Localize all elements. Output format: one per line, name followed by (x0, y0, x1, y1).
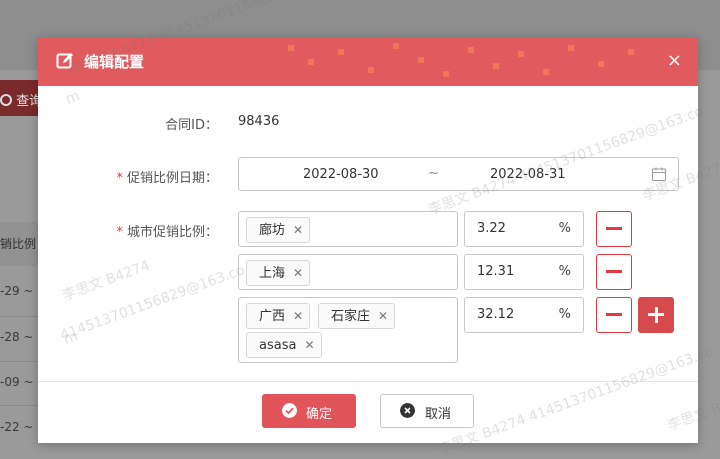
remove-tag-icon[interactable]: ✕ (304, 338, 314, 352)
edit-icon (56, 53, 73, 69)
check-circle-icon (282, 403, 297, 418)
remove-tag-icon[interactable]: ✕ (293, 266, 303, 280)
city-ratio-label-text: 城市促销比例： (126, 225, 218, 240)
background-divider (0, 316, 40, 317)
edit-config-dialog: 编辑配置 × 合同ID： 98436 * 促销比例日期： 2022-08-30 ~… (38, 37, 698, 443)
confirm-button[interactable]: 确定 (262, 394, 356, 428)
percent-input-1[interactable]: % (464, 211, 584, 247)
background-query-label: 查询 (0, 90, 42, 109)
close-button[interactable]: × (667, 50, 682, 71)
promo-date-label: * 促销比例日期： (78, 167, 218, 186)
confirm-label: 确定 (306, 407, 333, 422)
city-tag: 石家庄 ✕ (318, 303, 396, 329)
city-tag: 廊坊 ✕ (246, 217, 311, 243)
required-asterisk: * (116, 171, 123, 186)
percent-unit: % (558, 307, 571, 322)
cancel-label: 取消 (425, 407, 452, 422)
remove-tag-icon[interactable]: ✕ (378, 309, 388, 323)
background-row: -22 ~ (0, 420, 34, 434)
required-asterisk: * (116, 225, 123, 240)
promo-date-label-text: 促销比例日期： (126, 171, 218, 186)
percent-input-3[interactable]: % (464, 297, 584, 333)
percent-input-2[interactable]: % (464, 254, 584, 290)
percent-unit: % (558, 264, 571, 279)
percent-field[interactable] (477, 264, 547, 279)
background-divider (0, 361, 40, 362)
background-row: -29 ~ (0, 284, 34, 298)
contract-id-value: 98436 (238, 114, 280, 129)
remove-row-button[interactable] (596, 254, 632, 290)
percent-field[interactable] (477, 307, 547, 322)
city-tag: 上海 ✕ (246, 260, 311, 286)
cancel-button[interactable]: 取消 (380, 394, 474, 428)
city-tag: 广西 ✕ (246, 303, 311, 329)
remove-row-button[interactable] (596, 211, 632, 247)
range-separator: ~ (428, 166, 439, 181)
percent-field[interactable] (477, 221, 547, 236)
dialog-header: 编辑配置 × (38, 37, 698, 86)
city-select-2[interactable]: 上海 ✕ (238, 254, 458, 290)
end-date[interactable]: 2022-08-31 (490, 167, 566, 182)
start-date[interactable]: 2022-08-30 (303, 167, 379, 182)
city-tag: asasa ✕ (246, 332, 322, 358)
remove-row-button[interactable] (596, 297, 632, 333)
remove-tag-icon[interactable]: ✕ (293, 223, 303, 237)
footer-divider (38, 381, 698, 382)
remove-tag-icon[interactable]: ✕ (293, 309, 303, 323)
background-row: -28 ~ (0, 330, 34, 344)
date-range-picker[interactable]: 2022-08-30 ~ 2022-08-31 (238, 157, 679, 191)
add-row-button[interactable] (638, 297, 674, 333)
contract-id-label: 合同ID： (165, 118, 218, 133)
percent-unit: % (558, 221, 571, 236)
calendar-icon[interactable] (652, 167, 666, 181)
background-divider (0, 405, 40, 406)
close-circle-icon (400, 403, 415, 418)
city-select-1[interactable]: 廊坊 ✕ (238, 211, 458, 247)
city-select-3[interactable]: 广西 ✕ 石家庄 ✕ asasa ✕ (238, 297, 458, 363)
background-row: -09 ~ (0, 375, 34, 389)
background-table-header: 销比例 (0, 222, 40, 266)
dialog-title: 编辑配置 (84, 53, 145, 71)
city-ratio-label: * 城市促销比例： (78, 221, 218, 240)
